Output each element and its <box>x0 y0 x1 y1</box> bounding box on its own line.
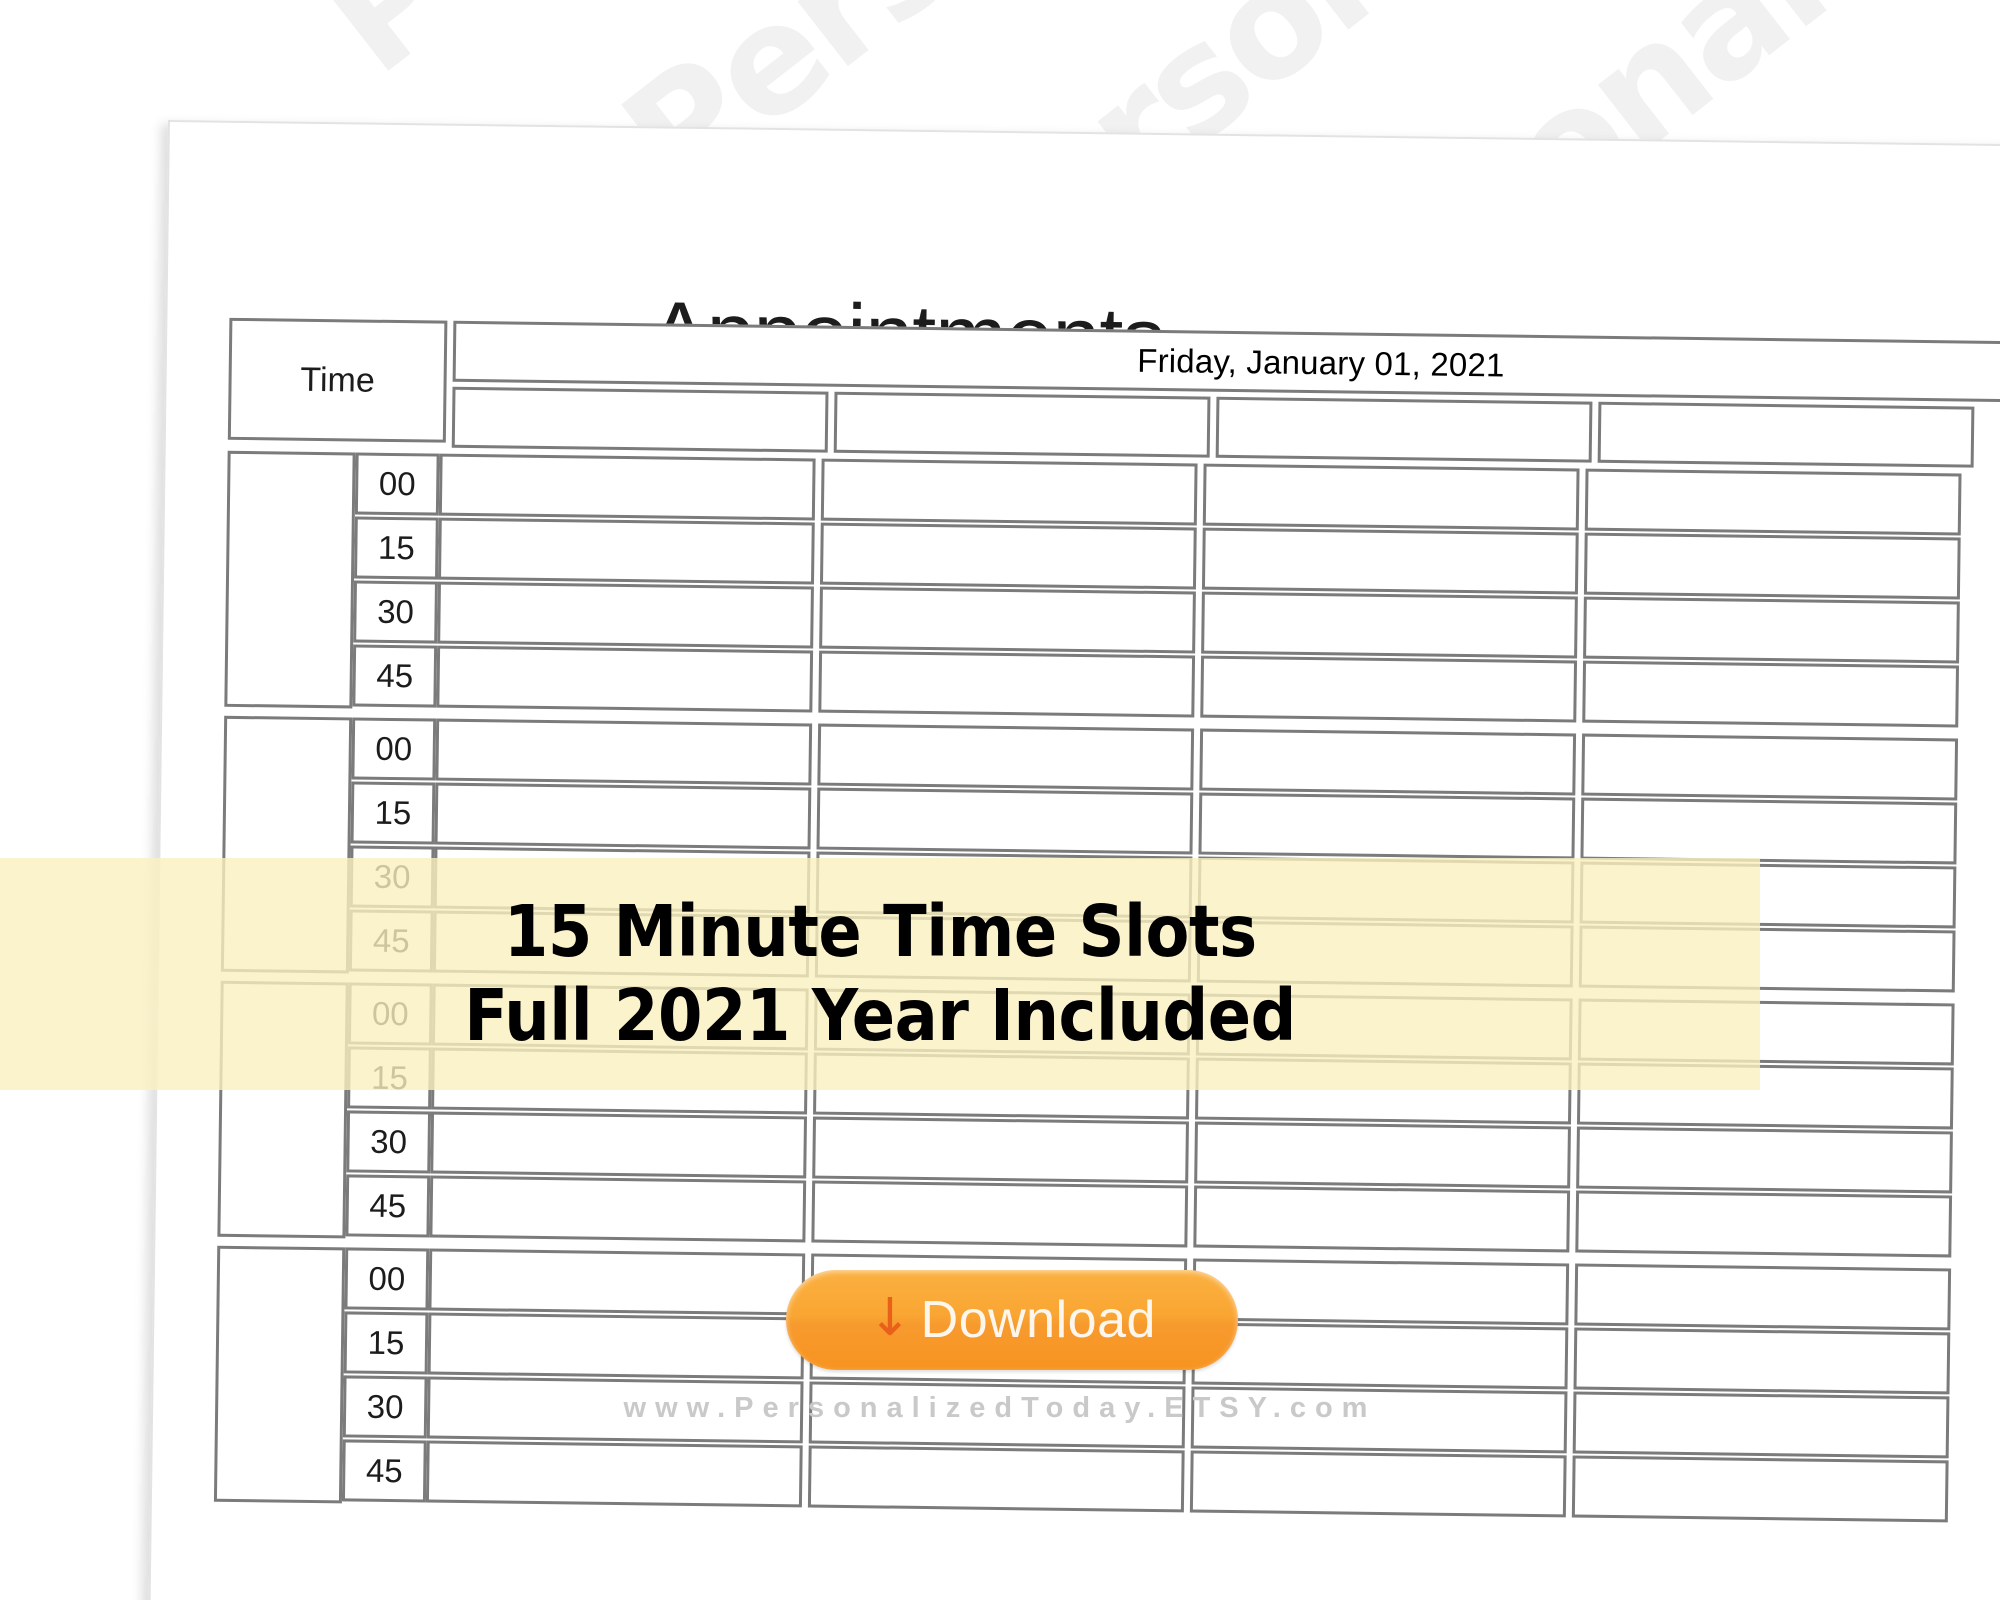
column-subheader-cell[interactable] <box>451 386 829 453</box>
minute-label-cell: 15 <box>354 516 439 580</box>
down-arrow-icon: ↓ <box>868 1288 912 1348</box>
appointment-slot-cell[interactable] <box>1200 655 1578 723</box>
appointment-column <box>818 458 1198 720</box>
appointment-slot-cell[interactable] <box>1191 1322 1569 1390</box>
appointment-slot-cell[interactable] <box>1198 792 1576 860</box>
minute-label-cell: 45 <box>341 1439 427 1503</box>
appointment-slot-cell[interactable] <box>435 718 813 786</box>
watermark-text: PersonalizedToday PersonalizedToday Pers… <box>293 0 2000 108</box>
product-listing-canvas: PersonalizedToday PersonalizedToday Pers… <box>0 0 2000 1600</box>
appointment-slot-cell[interactable] <box>1193 1185 1571 1253</box>
time-column-header: Time <box>227 317 448 443</box>
appointment-slot-cell[interactable] <box>1584 468 1962 536</box>
appointment-column <box>425 1248 806 1510</box>
appointment-slot-cell[interactable] <box>1583 532 1961 600</box>
promo-banner-line-1: 15 Minute Time Slots <box>503 890 1257 974</box>
appointment-slot-cell[interactable] <box>819 586 1196 654</box>
appointment-column <box>1200 463 1580 725</box>
appointment-slot-cell[interactable] <box>1574 1263 1952 1331</box>
appointment-slot-cell[interactable] <box>1192 1258 1570 1326</box>
appointment-slot-cell[interactable] <box>438 453 816 521</box>
appointment-slot-cell[interactable] <box>1575 1190 1953 1258</box>
appointment-slot-cell[interactable] <box>811 1180 1189 1248</box>
appointment-slot-cell[interactable] <box>1199 728 1577 796</box>
column-subheader-cell[interactable] <box>833 391 1211 458</box>
minute-label-cell: 30 <box>346 1110 432 1174</box>
appointment-slot-cell[interactable] <box>1580 797 1958 865</box>
minute-column: 00153045 <box>352 452 440 709</box>
promo-banner: 15 Minute Time Slots Full 2021 Year Incl… <box>0 858 1760 1090</box>
promo-banner-line-2: Full 2021 Year Included <box>464 974 1296 1057</box>
appointment-slot-cell[interactable] <box>1571 1455 1949 1523</box>
appointment-slot-cell[interactable] <box>427 1312 805 1380</box>
appointment-column <box>1189 1258 1570 1520</box>
table-header-row: Time Friday, January 01, 2021 <box>227 317 2000 471</box>
appointment-column <box>1582 468 1962 730</box>
appointment-columns <box>436 453 2000 733</box>
appointment-slot-cell[interactable] <box>429 1175 807 1243</box>
minute-label-cell: 00 <box>354 452 440 516</box>
minute-label-cell: 00 <box>351 717 437 781</box>
appointment-slot-cell[interactable] <box>1189 1450 1567 1518</box>
hour-block: 00153045 <box>224 450 2000 733</box>
appointment-slot-cell[interactable] <box>818 650 1196 718</box>
appointment-slot-cell[interactable] <box>1576 1126 1953 1194</box>
minute-column: 00153045 <box>341 1247 430 1504</box>
appointment-slot-cell[interactable] <box>437 581 814 649</box>
minute-label-cell: 15 <box>343 1311 429 1375</box>
appointment-slot-cell[interactable] <box>438 517 815 585</box>
download-button-label: Download <box>920 1291 1156 1349</box>
appointment-slot-cell[interactable] <box>1582 660 1960 728</box>
appointment-slot-cell[interactable] <box>434 782 812 850</box>
appointment-slot-cell[interactable] <box>1194 1121 1571 1189</box>
hour-label-cell[interactable] <box>213 1245 346 1504</box>
download-button[interactable]: ↓ Download <box>786 1270 1238 1370</box>
appointment-slot-cell[interactable] <box>807 1445 1185 1513</box>
appointment-slot-cell[interactable] <box>425 1440 803 1508</box>
minute-label-cell: 30 <box>353 580 438 644</box>
appointment-slot-cell[interactable] <box>820 458 1198 526</box>
minute-label-cell: 45 <box>345 1174 431 1238</box>
minute-label-cell: 30 <box>342 1375 428 1439</box>
appointment-slot-cell[interactable] <box>436 645 814 713</box>
appointment-slot-cell[interactable] <box>816 787 1194 855</box>
minute-label-cell: 45 <box>352 644 438 708</box>
appointment-slot-cell[interactable] <box>1202 463 1580 531</box>
appointment-slot-cell[interactable] <box>1201 527 1579 595</box>
appointment-slot-cell[interactable] <box>430 1111 808 1179</box>
appointment-column <box>1571 1263 1952 1525</box>
minute-label-cell: 15 <box>350 781 436 845</box>
date-header-stack: Friday, January 01, 2021 <box>451 320 2000 471</box>
appointment-slot-cell[interactable] <box>428 1248 806 1316</box>
appointment-slot-cell[interactable] <box>808 1381 1186 1449</box>
appointment-slot-cell[interactable] <box>1573 1327 1951 1395</box>
appointment-slot-cell[interactable] <box>1581 733 1959 801</box>
appointment-slot-cell[interactable] <box>426 1376 804 1444</box>
minute-label-cell: 00 <box>344 1247 430 1311</box>
appointment-slot-cell[interactable] <box>1583 596 1960 664</box>
appointment-column <box>436 453 816 715</box>
appointment-slot-cell[interactable] <box>812 1116 1189 1184</box>
appointment-slot-cell[interactable] <box>1190 1386 1568 1454</box>
appointment-slot-cell[interactable] <box>817 723 1195 791</box>
appointment-slot-cell[interactable] <box>1201 591 1578 659</box>
appointment-slot-cell[interactable] <box>819 522 1197 590</box>
column-subheader-cell[interactable] <box>1597 401 1975 468</box>
column-subheader-cell[interactable] <box>1215 396 1593 463</box>
appointment-slot-cell[interactable] <box>1572 1391 1950 1459</box>
hour-label-cell[interactable] <box>224 450 356 709</box>
